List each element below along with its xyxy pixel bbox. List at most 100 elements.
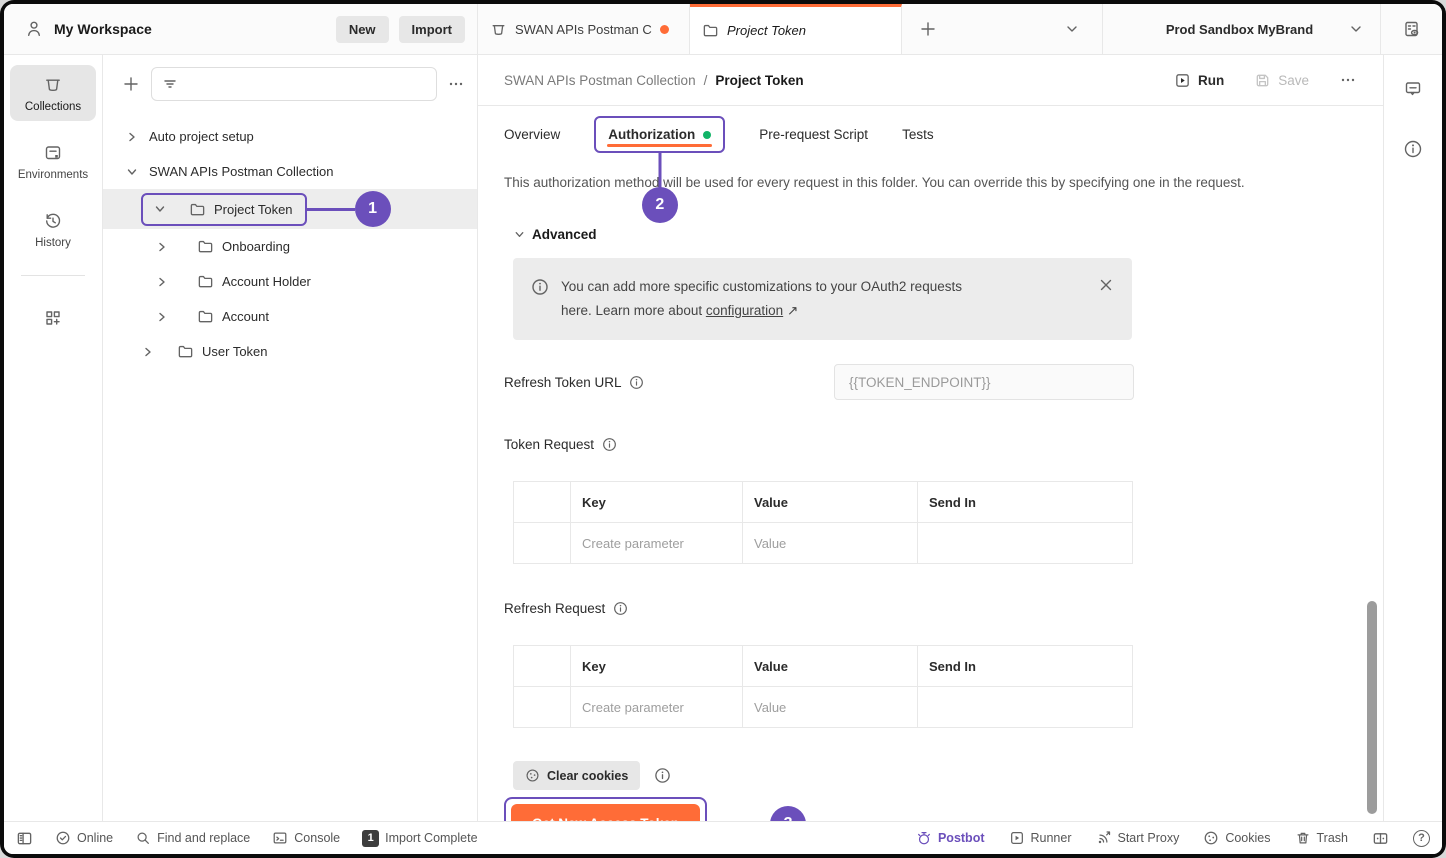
clear-cookies-row: Clear cookies xyxy=(513,761,1357,790)
sidebar-item-environments[interactable]: Environments xyxy=(10,133,96,189)
configuration-link[interactable]: configuration xyxy=(706,303,783,318)
key-cell-placeholder[interactable]: Create parameter xyxy=(571,687,743,728)
cookies-label: Cookies xyxy=(1225,831,1270,845)
sidebar-toggle-button[interactable] xyxy=(16,830,33,847)
right-rail xyxy=(1383,55,1442,821)
value-cell-placeholder[interactable]: Value xyxy=(743,687,918,728)
help-button[interactable]: ? xyxy=(1413,830,1430,847)
chevron-right-icon xyxy=(155,240,169,254)
tab-authorization[interactable]: Authorization xyxy=(608,127,695,142)
save-button[interactable]: Save xyxy=(1254,72,1309,89)
tree-item-auto-project-setup[interactable]: Auto project setup xyxy=(103,119,477,154)
vertical-scrollbar[interactable] xyxy=(1367,601,1377,814)
tree-item-swan-collection[interactable]: SWAN APIs Postman Collection xyxy=(103,154,477,189)
annotation-box-2[interactable]: Authorization 2 xyxy=(594,116,725,153)
run-button[interactable]: Run xyxy=(1174,72,1224,89)
status-bar-right: Postbot Runner Start Proxy Cookies Trash xyxy=(916,830,1430,847)
user-icon[interactable] xyxy=(24,19,44,39)
import-count-badge: 1 xyxy=(362,830,379,847)
breadcrumb: SWAN APIs Postman Collection / Project T… xyxy=(504,73,804,88)
info-icon[interactable] xyxy=(1403,139,1423,159)
online-label: Online xyxy=(77,831,113,845)
annotation-badge-2: 2 xyxy=(642,187,678,223)
workspace-title[interactable]: My Workspace xyxy=(54,21,152,37)
tree-item-label: Account Holder xyxy=(222,274,311,289)
import-complete-status[interactable]: 1 Import Complete xyxy=(362,830,477,847)
status-bar: Online Find and replace Console 1 Import… xyxy=(4,821,1442,854)
tree-item-onboarding[interactable]: Onboarding xyxy=(103,229,477,264)
trash-button[interactable]: Trash xyxy=(1295,830,1349,846)
save-label: Save xyxy=(1278,73,1309,88)
chevron-down-icon xyxy=(513,228,526,241)
postbot-label: Postbot xyxy=(938,831,985,845)
collections-icon xyxy=(43,75,63,95)
folder-icon xyxy=(177,343,194,360)
info-icon[interactable] xyxy=(629,375,644,390)
more-options-icon[interactable] xyxy=(1339,71,1357,89)
run-label: Run xyxy=(1198,73,1224,88)
folder-icon xyxy=(702,22,719,39)
collections-search-input[interactable] xyxy=(186,77,426,92)
rail-divider xyxy=(21,275,85,276)
auth-description: This authorization method will be used f… xyxy=(504,175,1357,190)
new-tab-button[interactable] xyxy=(902,4,954,54)
comments-icon[interactable] xyxy=(1403,79,1423,99)
online-status[interactable]: Online xyxy=(55,830,113,846)
sidebar-item-history[interactable]: History xyxy=(10,201,96,257)
console-button[interactable]: Console xyxy=(272,830,340,846)
environment-selector[interactable]: Prod Sandbox MyBrand xyxy=(1102,4,1380,54)
tab-project-token[interactable]: Project Token xyxy=(690,4,902,54)
tab-label: Project Token xyxy=(727,23,806,38)
refresh-token-url-label: Refresh Token URL xyxy=(504,375,622,390)
runner-button[interactable]: Runner xyxy=(1009,830,1072,846)
tree-item-user-token[interactable]: User Token xyxy=(103,334,477,369)
breadcrumb-parent[interactable]: SWAN APIs Postman Collection xyxy=(504,73,696,88)
postbot-button[interactable]: Postbot xyxy=(916,830,985,846)
sendin-cell[interactable] xyxy=(918,687,1133,728)
tree-item-account[interactable]: Account xyxy=(103,299,477,334)
chevron-right-icon xyxy=(141,345,155,359)
more-options-icon[interactable] xyxy=(447,75,465,93)
tab-swan-collection[interactable]: SWAN APIs Postman C xyxy=(478,4,690,54)
tree-item-project-token[interactable]: Project Token 1 xyxy=(103,189,477,229)
refresh-token-url-input[interactable] xyxy=(834,364,1134,400)
collections-search-box[interactable] xyxy=(151,67,437,101)
import-button[interactable]: Import xyxy=(399,16,465,43)
tree-item-account-holder[interactable]: Account Holder xyxy=(103,264,477,299)
tab-label: SWAN APIs Postman C xyxy=(515,22,652,37)
cookies-button[interactable]: Cookies xyxy=(1203,830,1270,846)
key-column-header: Key xyxy=(571,646,743,687)
value-column-header: Value xyxy=(743,482,918,523)
tab-tests[interactable]: Tests xyxy=(902,127,934,142)
key-column-header: Key xyxy=(571,482,743,523)
clear-cookies-button[interactable]: Clear cookies xyxy=(513,761,640,790)
tab-overview[interactable]: Overview xyxy=(504,127,560,142)
refresh-token-url-label-wrap: Refresh Token URL xyxy=(504,375,834,390)
top-bar: My Workspace New Import SWAN APIs Postma… xyxy=(4,4,1442,55)
new-button[interactable]: New xyxy=(336,16,389,43)
info-icon[interactable] xyxy=(654,767,671,784)
annotation-box-3: Get New Access Token xyxy=(504,797,707,821)
two-pane-toggle-button[interactable] xyxy=(1372,830,1389,847)
close-icon[interactable] xyxy=(1098,275,1114,293)
sidebar-item-collections[interactable]: Collections xyxy=(10,65,96,121)
sendin-cell[interactable] xyxy=(918,523,1133,564)
info-icon[interactable] xyxy=(602,437,617,452)
tab-pre-request-script[interactable]: Pre-request Script xyxy=(759,127,868,142)
token-request-table: Key Value Send In Create parameter Value xyxy=(513,481,1133,564)
add-collection-icon[interactable] xyxy=(121,74,141,94)
configure-sidebar-button[interactable] xyxy=(10,298,96,336)
advanced-section-toggle[interactable]: Advanced xyxy=(513,227,1357,242)
key-cell-placeholder[interactable]: Create parameter xyxy=(571,523,743,564)
tab-options-chevron-icon[interactable] xyxy=(1042,4,1102,54)
start-proxy-button[interactable]: Start Proxy xyxy=(1096,830,1180,846)
find-and-replace-button[interactable]: Find and replace xyxy=(135,830,250,846)
value-cell-placeholder[interactable]: Value xyxy=(743,523,918,564)
environment-quick-look-button[interactable] xyxy=(1380,4,1442,54)
info-icon[interactable] xyxy=(613,601,628,616)
breadcrumb-separator: / xyxy=(704,73,708,88)
chevron-down-icon xyxy=(1348,21,1364,37)
active-tab-underline xyxy=(607,144,712,147)
request-header: SWAN APIs Postman Collection / Project T… xyxy=(478,55,1383,106)
get-new-access-token-button[interactable]: Get New Access Token xyxy=(511,804,700,821)
